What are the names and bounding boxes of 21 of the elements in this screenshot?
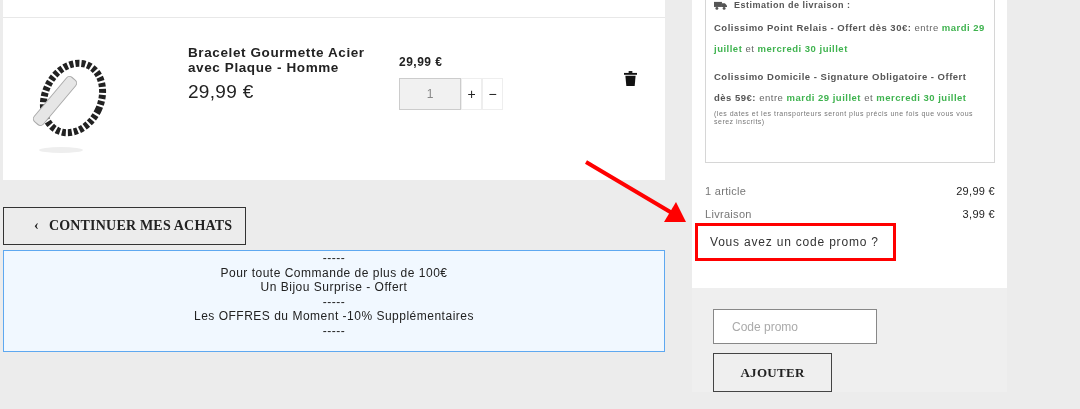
delivery-option: Colissimo Point Relais - Offert dès 30€: entre mardi 29 juillet et mercredi 30 juillet [714,18,986,59]
summary-value: 29,99 € [956,185,995,199]
chevron-icon: ‹ [34,218,39,234]
truck-icon [714,0,727,10]
product-price: 29,99 € [188,81,255,103]
continue-shopping-button[interactable]: ‹ CONTINUER MES ACHATS [3,207,246,245]
button-label: CONTINUER MES ACHATS [48,218,233,234]
summary-label: Livraison [705,208,752,222]
promo-code-link[interactable]: Vous avez un code promo ? [710,235,879,249]
summary-value: 3,99 € [962,208,995,222]
promo-banner: ----- Pour toute Commande de plus de 100€ Un Bijou Surprise - Offert ----- Les OFFRES du Moment -10% Supplémentaires ----- [3,250,665,352]
product-name[interactable]: Bracelet Gourmette Acier avec Plaque - Homme [188,45,388,75]
add-button[interactable]: AJOUTER [713,353,832,392]
delivery-option: Colissimo Domicile - Signature Obligatoire - Offert dès 59€: entre mardi 29 juillet et mercredi 30 juillet [714,67,986,108]
delivery-title: Estimation de livraison : [734,0,851,10]
decrease-button[interactable]: − [482,78,503,110]
summary-label: 1 article [705,185,747,199]
increase-button[interactable]: + [461,78,482,110]
trash-icon[interactable] [624,71,637,86]
unit-price: 29,99 € [399,55,444,69]
promo-code-field[interactable]: Code promo [713,309,877,344]
